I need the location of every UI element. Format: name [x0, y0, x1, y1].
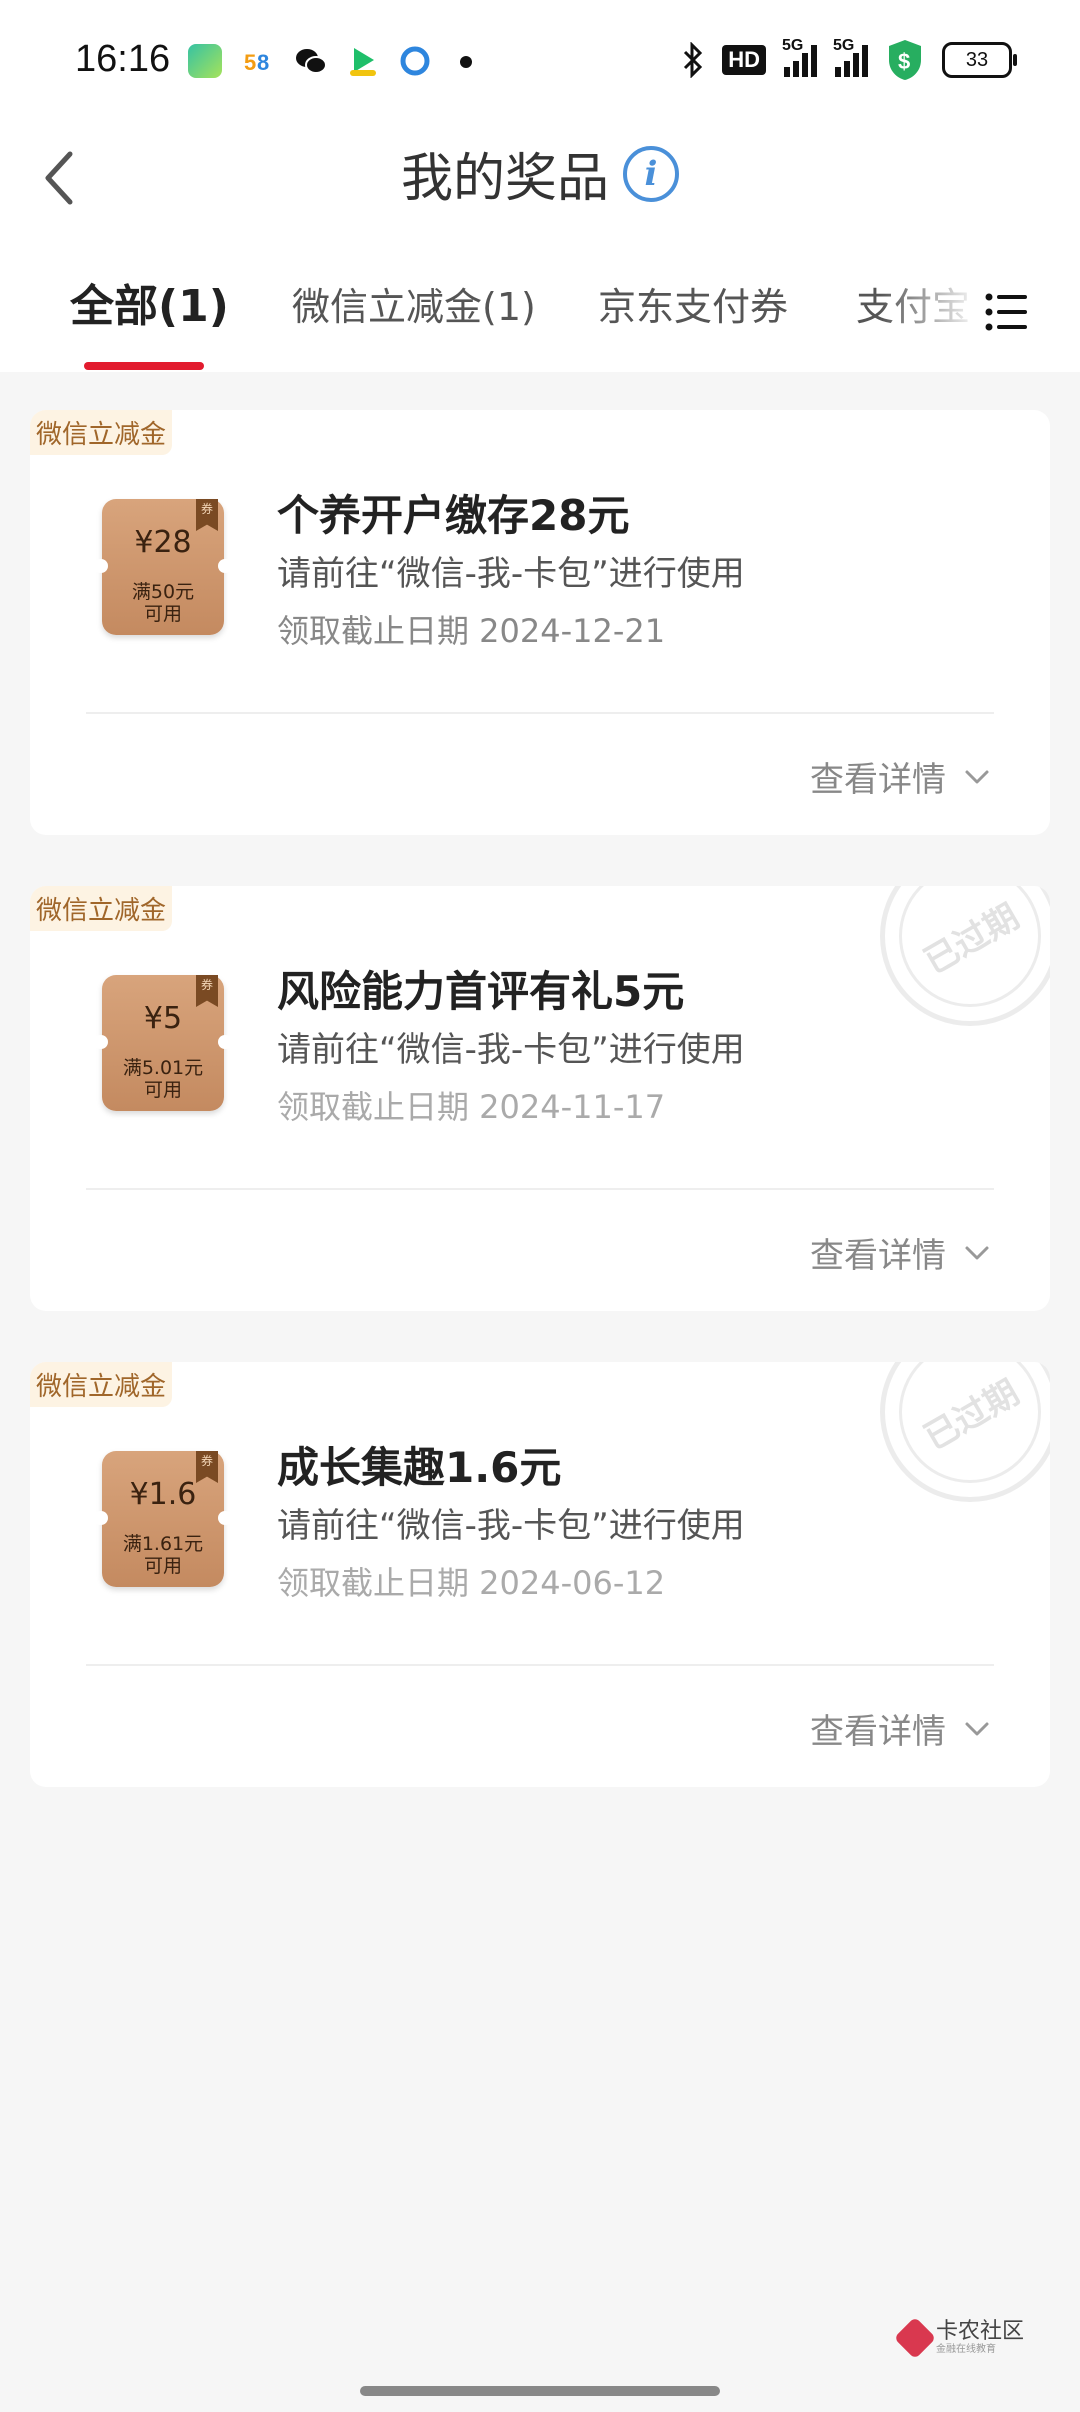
active-tab-indicator [84, 362, 204, 370]
expired-stamp-inner: 已过期 [899, 886, 1041, 1007]
chevron-down-icon [965, 1722, 989, 1735]
prize-deadline: 领取截止日期 2024-06-12 [277, 1564, 666, 1602]
status-bar: 16:16 58 HD 5G 5G $ 33 [0, 0, 1080, 120]
prize-type-tag: 微信立减金 [30, 886, 173, 931]
prize-description: 请前往“微信-我-卡包”进行使用 [277, 554, 745, 594]
coupon-notch-right [218, 1035, 232, 1049]
expired-stamp-inner: 已过期 [899, 1362, 1041, 1483]
chevron-down-icon [965, 770, 989, 783]
page-title: 我的奖品 [400, 149, 609, 209]
app-58-icon: 58 [242, 44, 276, 78]
expired-stamp-text: 已过期 [917, 896, 1026, 982]
coupon-condition-line1: 满5.01元 [122, 1057, 204, 1079]
tab-jd-pay[interactable]: 京东支付券 [598, 276, 788, 331]
coupon-condition-line1: 满50元 [131, 581, 195, 603]
battery-icon: 33 [942, 42, 1017, 78]
svg-text:5: 5 [244, 50, 256, 75]
coupon-thumbnail: 券 ¥1.6 满1.61元 可用 [94, 1451, 232, 1587]
card-divider [86, 1188, 994, 1190]
coupon-thumbnail: 券 ¥28 满50元 可用 [94, 499, 232, 635]
video-app-icon [346, 44, 380, 78]
coupon-notch-right [218, 559, 232, 573]
signal-label-1: 5G [782, 37, 804, 54]
prize-name: 成长集趣1.6元 [277, 1443, 562, 1492]
wechat-icon [294, 44, 328, 78]
view-details-label: 查看详情 [810, 1712, 946, 1752]
coupon-thumbnail: 券 ¥5 满5.01元 可用 [94, 975, 232, 1111]
home-indicator[interactable] [360, 2386, 720, 2396]
prize-description: 请前往“微信-我-卡包”进行使用 [277, 1506, 745, 1546]
menu-list-icon[interactable] [985, 292, 1029, 332]
tab-fade-overlay [880, 270, 980, 350]
coupon-condition: 满50元 可用 [102, 581, 224, 625]
prize-card[interactable]: 已过期 微信立减金 券 ¥5 满5.01元 可用 风险能力首评有礼5元 请前往“微… [30, 886, 1050, 1311]
expired-stamp: 已过期 [880, 1362, 1050, 1502]
coupon-notch-right [218, 1511, 232, 1525]
prize-type-tag: 微信立减金 [30, 1362, 173, 1407]
watermark-text: 卡农社区 金融在线教育 [936, 2320, 1024, 2356]
view-details-button[interactable]: 查看详情 [810, 752, 990, 801]
view-details-label: 查看详情 [810, 1236, 946, 1276]
prize-type-tag: 微信立减金 [30, 410, 173, 455]
coupon-notch-left [94, 1035, 108, 1049]
prize-deadline: 领取截止日期 2024-12-21 [277, 612, 666, 650]
prize-deadline: 领取截止日期 2024-11-17 [277, 1088, 666, 1126]
category-tabs: 全部(1) 微信立减金(1) 京东支付券 支付宝 [0, 270, 1080, 370]
browser-icon [398, 44, 432, 78]
signal-label-2: 5G [833, 37, 855, 54]
community-watermark: 卡农社区 金融在线教育 [893, 2316, 1024, 2360]
page-header: 我的奖品 i [0, 136, 1080, 211]
card-divider [86, 1664, 994, 1666]
watermark-title: 卡农社区 [936, 2319, 1025, 2344]
prize-card[interactable]: 已过期 微信立减金 券 ¥1.6 满1.61元 可用 成长集趣1.6元 请前往“微… [30, 1362, 1050, 1787]
coupon-notch-left [94, 559, 108, 573]
expired-stamp-text: 已过期 [917, 1372, 1026, 1458]
status-time: 16:16 [75, 38, 171, 80]
security-shield-icon: $ [889, 40, 921, 80]
prize-card[interactable]: 微信立减金 券 ¥28 满50元 可用 个养开户缴存28元 请前往“微信-我-卡包… [30, 410, 1050, 835]
info-icon[interactable]: i [623, 145, 679, 202]
view-details-button[interactable]: 查看详情 [810, 1704, 990, 1753]
tab-wechat-discount[interactable]: 微信立减金(1) [292, 276, 536, 331]
expired-stamp: 已过期 [880, 886, 1050, 1026]
prize-description: 请前往“微信-我-卡包”进行使用 [277, 1030, 745, 1070]
signal-icon-2: 5G [833, 37, 868, 77]
view-details-label: 查看详情 [810, 760, 946, 800]
prize-name: 个养开户缴存28元 [277, 491, 630, 540]
view-details-button[interactable]: 查看详情 [810, 1228, 990, 1277]
more-notifications-dot [460, 56, 472, 68]
coupon-condition: 满5.01元 可用 [102, 1057, 224, 1101]
hd-badge: HD [722, 45, 766, 75]
coupon-amount: ¥5 [143, 1001, 183, 1036]
coupon-condition: 满1.61元 可用 [102, 1533, 224, 1577]
card-divider [86, 712, 994, 714]
prize-name: 风险能力首评有礼5元 [277, 967, 685, 1016]
coupon-condition-line2: 可用 [143, 603, 182, 625]
signal-icon-1: 5G [782, 37, 817, 77]
app-notification-icon [188, 44, 222, 78]
tab-all[interactable]: 全部(1) [70, 270, 229, 334]
watermark-subtitle: 金融在线教育 [936, 2344, 996, 2355]
svg-text:8: 8 [257, 50, 269, 75]
coupon-amount: ¥1.6 [129, 1477, 197, 1512]
coupon-amount: ¥28 [134, 525, 192, 560]
coupon-condition-line1: 满1.61元 [122, 1533, 204, 1555]
coupon-notch-left [94, 1511, 108, 1525]
bluetooth-icon [684, 42, 703, 78]
svg-text:$: $ [898, 49, 910, 74]
coupon-condition-line2: 可用 [143, 1555, 182, 1577]
chevron-down-icon [965, 1246, 989, 1259]
coupon-condition-line2: 可用 [143, 1079, 182, 1101]
system-status-icons: HD 5G 5G $ 33 [682, 37, 1017, 82]
watermark-logo-icon [893, 2316, 937, 2360]
